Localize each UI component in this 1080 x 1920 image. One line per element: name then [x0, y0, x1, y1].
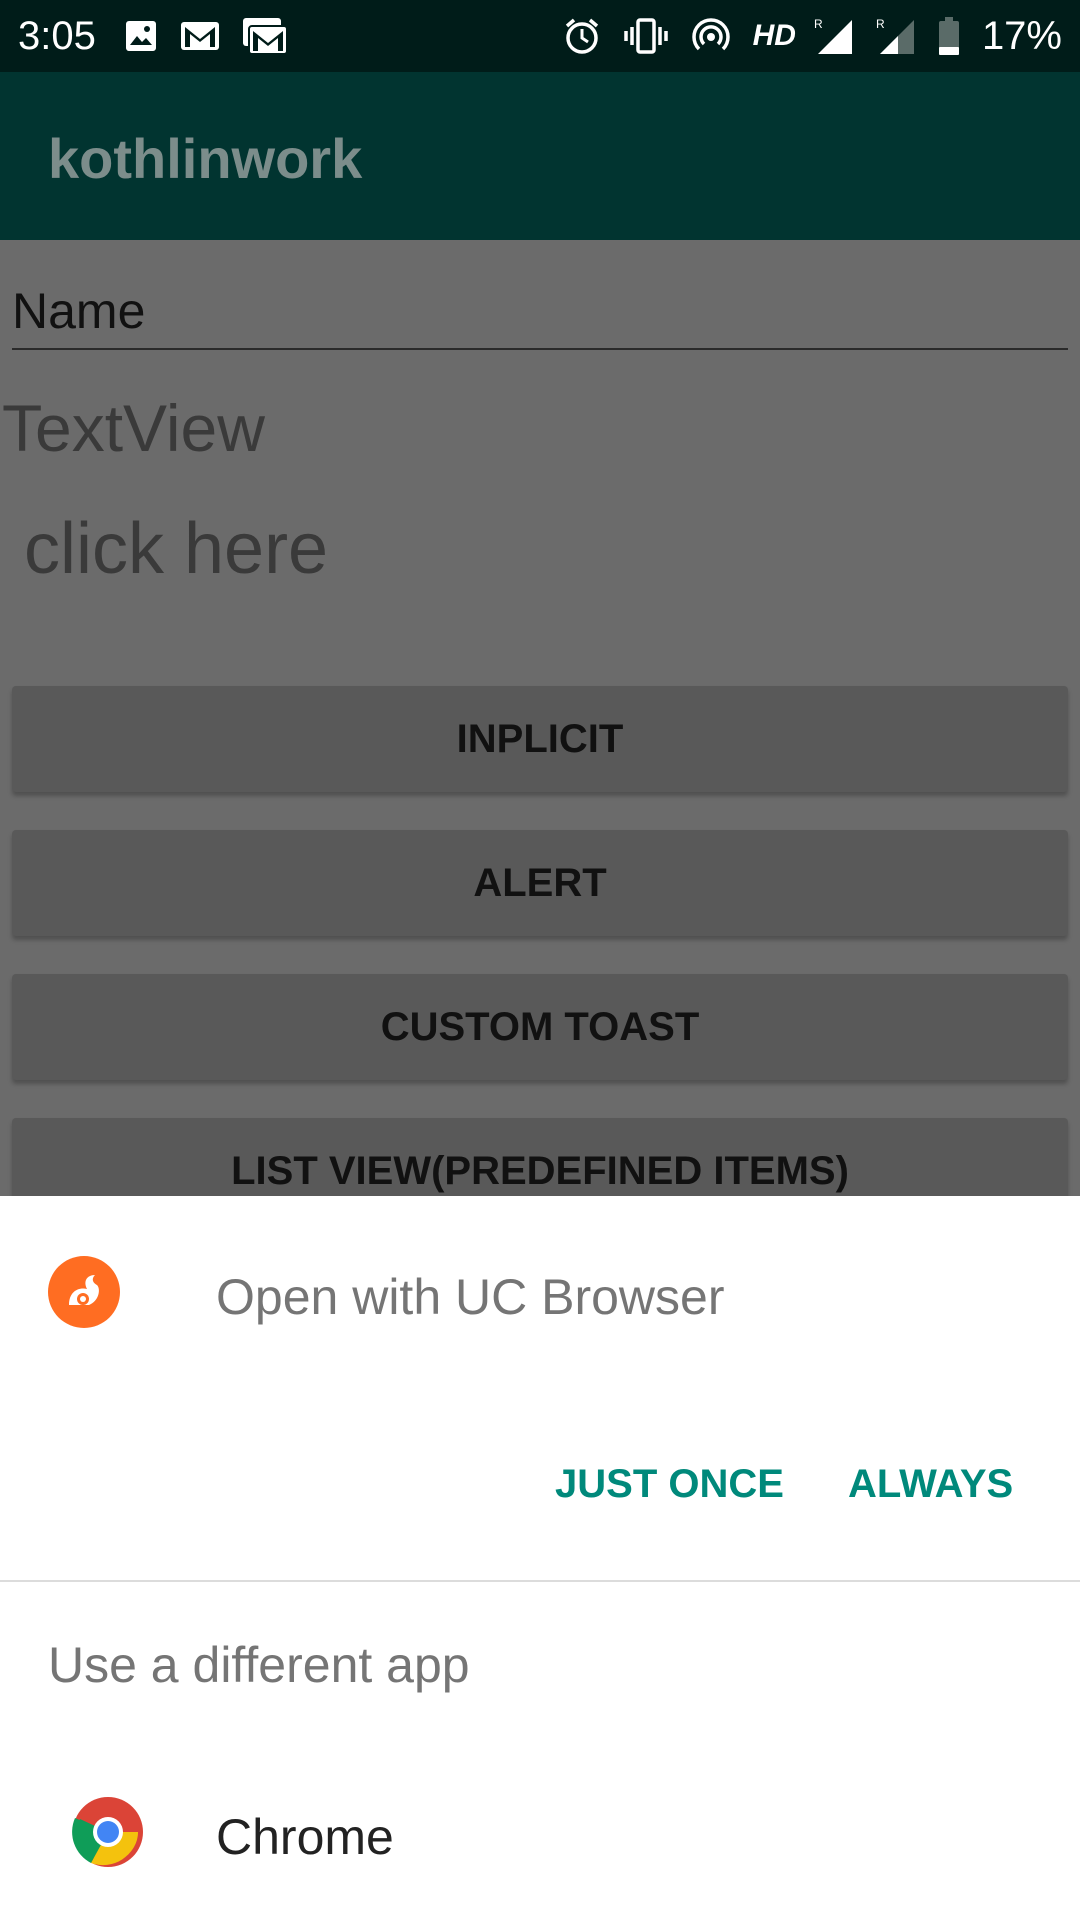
app-chooser-dialog: Open with UC Browser JUST ONCE ALWAYS Us… [0, 1196, 1080, 1920]
chrome-label: Chrome [216, 1809, 394, 1865]
open-with-text: Open with UC Browser [216, 1269, 725, 1325]
battery-percentage: 17% [981, 13, 1062, 58]
always-button[interactable]: ALWAYS [848, 1462, 1013, 1507]
gmail-icon [242, 17, 288, 55]
custom-toast-button[interactable]: CUSTOM TOAST [12, 974, 1068, 1080]
app-bar: kothlinwork [0, 72, 1080, 240]
alarm-icon [563, 17, 601, 55]
name-field-underline [12, 348, 1068, 350]
status-bar: 3:05 HD R R 17% [0, 0, 1080, 72]
click-here-text[interactable]: click here [24, 508, 328, 590]
different-app-heading: Use a different app [48, 1637, 470, 1693]
app-title: kothlinwork [48, 127, 363, 190]
svg-text:R: R [814, 17, 823, 31]
battery-icon [938, 16, 960, 56]
svg-text:R: R [876, 17, 885, 31]
signal-icon: R [814, 16, 854, 56]
inplicit-button[interactable]: INPLICIT [12, 686, 1068, 792]
chrome-icon [72, 1796, 144, 1868]
textview-label: TextView [2, 391, 265, 465]
main-content: Name TextView click here INPLICIT ALERT … [0, 240, 1080, 1224]
image-icon [124, 19, 158, 53]
app-list-item-chrome[interactable]: Chrome [0, 1766, 1080, 1916]
signal-icon: R [876, 16, 916, 56]
hotspot-icon [691, 16, 731, 56]
name-field[interactable]: Name [12, 282, 145, 340]
open-with-row: Open with UC Browser [0, 1196, 1080, 1386]
status-time: 3:05 [18, 13, 96, 58]
alert-button[interactable]: ALERT [12, 830, 1068, 936]
gmail-icon [180, 21, 220, 51]
vibrate-icon [623, 17, 669, 55]
network-type: HD [752, 19, 796, 52]
dialog-divider [0, 1580, 1080, 1582]
uc-browser-icon [48, 1256, 120, 1328]
just-once-button[interactable]: JUST ONCE [555, 1462, 784, 1507]
